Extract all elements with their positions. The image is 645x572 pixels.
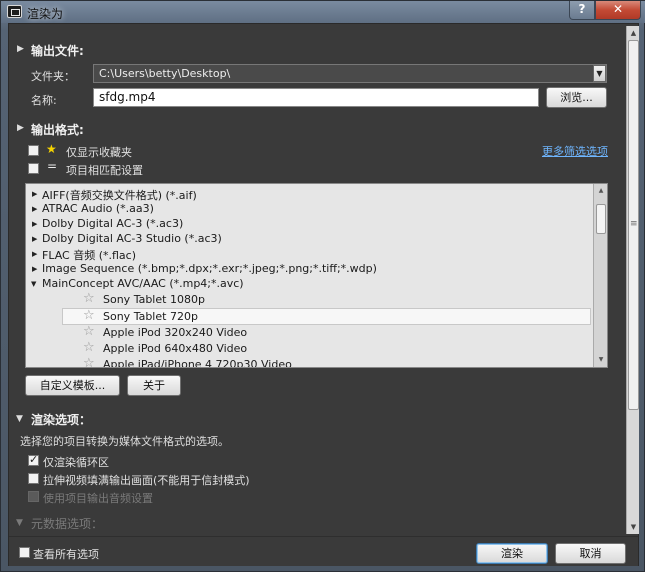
folder-value: C:\Users\betty\Desktop\ [99,67,231,80]
expand-triangle-icon[interactable]: ▶ [17,44,24,54]
dialog-content: ▶ 输出文件: 文件夹： C:\Users\betty\Desktop\ ▼ 名… [8,23,639,566]
collapsed-triangle-icon[interactable]: ▶ [32,220,37,228]
output-file-header: 输出文件: [31,44,84,58]
template-item-label: Apple iPod 640x480 Video [103,342,248,355]
scroll-down-icon[interactable]: ▼ [594,353,607,366]
title-bar[interactable]: 渲染为 ? ✕ [1,1,645,23]
browse-button[interactable]: 浏览... [546,87,607,108]
render-options-header: 渲染选项： [31,413,92,427]
help-button[interactable]: ? [569,1,595,20]
format-item[interactable]: ▶ AIFF(音频交换文件格式) (*.aif) [26,187,593,202]
file-name-input[interactable]: sfdg.mp4 [93,88,539,107]
favorites-label: 仅显示收藏夹 [66,146,132,159]
star-icon: ★ [46,142,57,156]
folder-label: 文件夹： [31,70,75,83]
expanded-triangle-icon[interactable]: ▼ [16,414,23,424]
format-item[interactable]: ▶ ATRAC Audio (*.aa3) [26,202,593,217]
template-item-selected[interactable]: ☆ Sony Tablet 720p [62,308,591,325]
stretch-video-checkbox[interactable] [28,473,39,484]
format-item-label: Dolby Digital AC-3 (*.ac3) [42,217,184,230]
star-outline-icon[interactable]: ☆ [83,308,95,323]
collapsed-triangle-icon[interactable]: ▶ [32,235,37,243]
template-item-label: Apple iPod 320x240 Video [103,326,248,339]
scroll-down-icon[interactable]: ▼ [627,520,640,534]
template-item-label: Sony Tablet 720p [103,310,198,323]
use-project-audio-checkbox [28,491,39,502]
dialog-footer: 查看所有选项 渲染 取消 [9,536,638,566]
star-outline-icon[interactable]: ☆ [83,340,95,355]
collapsed-triangle-icon[interactable]: ▶ [32,250,37,258]
close-button[interactable]: ✕ [595,1,641,20]
chevron-down-icon[interactable]: ▼ [593,65,606,82]
about-button[interactable]: 关于 [127,375,181,396]
collapsed-triangle-icon[interactable]: ▶ [32,190,37,198]
metadata-options-header: 元数据选项： [31,517,104,531]
expanded-triangle-icon[interactable]: ▼ [31,280,36,288]
format-item-expanded[interactable]: ▼ MainConcept AVC/AAC (*.mp4;*.avc) [26,277,593,292]
list-scrollbar[interactable]: ▲ ▼ [593,184,607,367]
collapsed-triangle-icon[interactable]: ▶ [32,265,37,273]
format-item-label: FLAC 音频 (*.flac) [42,249,137,262]
collapsed-triangle-icon[interactable]: ▶ [32,205,37,213]
show-all-options-checkbox[interactable] [19,547,30,558]
star-outline-icon[interactable]: ☆ [83,291,95,306]
star-outline-icon[interactable]: ☆ [83,356,95,367]
expanded-triangle-icon[interactable]: ▼ [16,518,23,528]
format-item[interactable]: ▶ Image Sequence (*.bmp;*.dpx;*.exr;*.jp… [26,262,593,277]
name-label: 名称: [31,94,57,107]
favorites-checkbox[interactable] [28,145,39,156]
format-item[interactable]: ▶ Dolby Digital AC-3 (*.ac3) [26,217,593,232]
format-list[interactable]: ▶ AIFF(音频交换文件格式) (*.aif) ▶ ATRAC Audio (… [25,183,608,368]
template-item[interactable]: ☆ Apple iPod 320x240 Video [26,324,593,341]
format-item[interactable]: ▶ FLAC 音频 (*.flac) [26,247,593,262]
folder-combobox[interactable]: C:\Users\betty\Desktop\ [93,64,607,83]
cancel-button[interactable]: 取消 [555,543,626,564]
app-icon [7,5,22,18]
template-item[interactable]: ☆ Apple iPad/iPhone 4 720p30 Video [26,356,593,368]
format-item[interactable]: ▶ Dolby Digital AC-3 Studio (*.ac3) [26,232,593,247]
template-item[interactable]: ☆ Apple iPod 640x480 Video [26,340,593,357]
more-filters-link[interactable]: 更多筛选选项 [542,143,608,159]
output-format-header: 输出格式: [31,123,84,137]
custom-template-button[interactable]: 自定义模板... [25,375,120,396]
match-settings-label: 项目相匹配设置 [66,164,143,177]
template-item[interactable]: ☆ Sony Tablet 1080p [26,291,593,308]
dialog-scrollbar[interactable]: ▲ ▼ [626,26,639,534]
loop-region-checkbox[interactable] [28,453,39,466]
render-as-dialog: 渲染为 ? ✕ ▶ 输出文件: 文件夹： C:\Users\betty\Desk… [0,0,645,572]
template-item-label: Sony Tablet 1080p [103,293,205,306]
loop-region-label: 仅渲染循环区 [43,456,109,469]
format-item-label: Image Sequence (*.bmp;*.dpx;*.exr;*.jpeg… [42,262,377,275]
render-options-description: 选择您的项目转换为媒体文件格式的选项。 [20,435,229,448]
window-title: 渲染为 [27,7,64,21]
stretch-video-label: 拉伸视频填满输出画面(不能用于信封模式) [43,474,250,487]
format-item-label: Dolby Digital AC-3 Studio (*.ac3) [42,232,222,245]
star-outline-icon[interactable]: ☆ [83,324,95,339]
template-item-label: Apple iPad/iPhone 4 720p30 Video [103,358,292,368]
expand-triangle-icon[interactable]: ▶ [17,123,24,133]
equals-icon: = [47,159,58,173]
dialog-scroll-thumb[interactable] [628,40,639,410]
format-item-label: AIFF(音频交换文件格式) (*.aif) [42,189,197,202]
show-all-options-label: 查看所有选项 [33,548,99,561]
scroll-up-icon[interactable]: ▲ [627,26,640,40]
use-project-audio-label: 使用项目输出音频设置 [43,492,153,505]
list-scroll-thumb[interactable] [596,204,606,234]
format-item-label: ATRAC Audio (*.aa3) [42,202,154,215]
render-button[interactable]: 渲染 [476,543,548,564]
scroll-up-icon[interactable]: ▲ [594,184,607,197]
format-item-label: MainConcept AVC/AAC (*.mp4;*.avc) [42,277,244,290]
match-settings-checkbox[interactable] [28,163,39,174]
